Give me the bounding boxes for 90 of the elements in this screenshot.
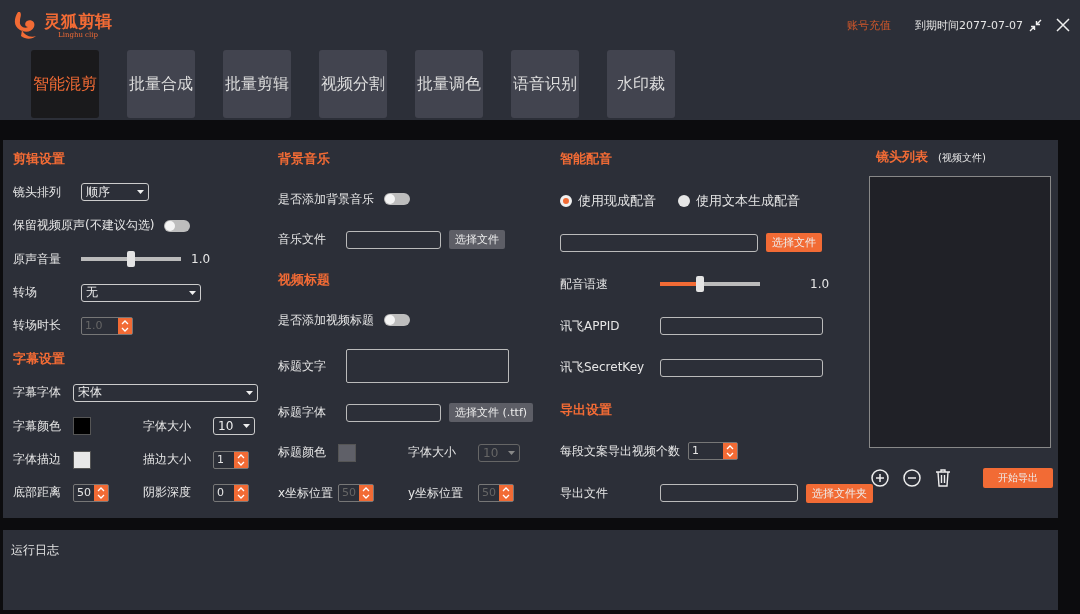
field-label: 字幕颜色: [13, 417, 62, 435]
input-field[interactable]: [346, 230, 441, 249]
section-heading: 字幕设置: [13, 350, 65, 369]
radio-icon[interactable]: [678, 194, 690, 207]
field-label: 原声音量: [13, 250, 62, 268]
log-title: 运行日志: [11, 543, 59, 557]
app-title: 灵狐剪辑: [44, 11, 112, 31]
caret-icon: [246, 390, 253, 395]
spin-box[interactable]: 0: [213, 483, 249, 502]
field-label: 底部距离: [13, 484, 62, 502]
field-label: 字体大小: [408, 444, 457, 462]
field-label: 标题字体: [278, 404, 327, 421]
field-label: 讯飞APPID: [560, 317, 621, 335]
field-label: 是否添加视频标题: [278, 311, 374, 329]
section-heading: 背景音乐: [278, 150, 330, 168]
section-heading: 视频标题: [278, 270, 330, 289]
field-label: 字幕字体: [13, 384, 62, 402]
field-label: 标题颜色: [278, 444, 327, 462]
clip-list[interactable]: [869, 176, 1051, 448]
caret-icon: [243, 424, 250, 429]
spin-box[interactable]: 1: [688, 442, 738, 461]
stepper-icon[interactable]: [236, 485, 246, 500]
input-field[interactable]: [660, 358, 823, 377]
tab[interactable]: 语音识别: [511, 50, 579, 118]
tab[interactable]: 批量剪辑: [223, 50, 291, 118]
close-icon[interactable]: [1056, 18, 1070, 32]
tab[interactable]: 批量合成: [127, 50, 195, 118]
tab[interactable]: 视频分割: [319, 50, 387, 118]
add-icon[interactable]: [871, 469, 889, 487]
field-label: 导出文件: [560, 484, 609, 502]
trash-icon[interactable]: [935, 469, 951, 487]
radio-icon[interactable]: [560, 194, 572, 207]
input-field[interactable]: [560, 233, 758, 252]
dropdown[interactable]: 宋体: [73, 383, 258, 402]
field-label: x坐标位置: [278, 484, 335, 502]
color-swatch[interactable]: [338, 443, 356, 462]
toggle-switch[interactable]: [384, 193, 410, 206]
field-label: 阴影深度: [143, 484, 192, 502]
field-label: 字体大小: [143, 417, 192, 435]
expiry-date: 到期时间2077-07-07: [915, 17, 1023, 33]
field-label: y坐标位置: [408, 484, 465, 502]
dropdown[interactable]: 无: [81, 283, 201, 302]
caret-icon: [137, 190, 144, 195]
field-label: 标题文字: [278, 357, 327, 375]
choose-file-button[interactable]: 选择文件 (.ttf): [449, 403, 534, 422]
remove-icon[interactable]: [903, 469, 921, 487]
field-label: 配音语速: [560, 275, 609, 293]
dropdown[interactable]: 顺序: [81, 183, 149, 202]
stepper-icon[interactable]: [725, 444, 735, 459]
tab[interactable]: 智能混剪: [31, 50, 99, 118]
section-heading: 智能配音: [560, 150, 612, 168]
section-note: (视频文件): [938, 151, 986, 165]
input-field[interactable]: [660, 484, 798, 502]
choose-file-button[interactable]: 选择文件: [449, 230, 505, 249]
tab[interactable]: 批量调色: [415, 50, 483, 118]
radio-option[interactable]: 使用文本生成配音: [678, 191, 800, 210]
input-field[interactable]: [346, 403, 441, 422]
field-label: 保留视频原声(不建议勾选): [13, 217, 155, 235]
field-label: 描边大小: [143, 451, 192, 468]
spin-box[interactable]: 1: [213, 450, 249, 469]
field-label: 讯飞SecretKey: [560, 359, 646, 377]
tab[interactable]: 水印裁: [607, 50, 675, 118]
field-label: 转场: [13, 284, 38, 302]
slider-value: 1.0: [810, 277, 830, 292]
slider[interactable]: [81, 251, 181, 268]
slider[interactable]: [660, 276, 760, 293]
stepper-icon[interactable]: [236, 452, 246, 467]
toggle-switch[interactable]: [164, 219, 191, 232]
section-heading: 镜头列表: [876, 148, 928, 166]
dropdown[interactable]: 10: [213, 417, 255, 436]
field-label: 音乐文件: [278, 231, 327, 248]
field-label: 每段文案导出视频个数: [560, 442, 680, 460]
field-label: 镜头排列: [13, 183, 62, 201]
field-label: 是否添加背景音乐: [278, 190, 374, 208]
color-swatch[interactable]: [73, 417, 91, 436]
field-label: 字体描边: [13, 451, 62, 468]
input-field[interactable]: [660, 317, 823, 335]
stepper-icon[interactable]: [96, 485, 106, 500]
section-heading: 导出设置: [560, 400, 612, 419]
section-heading: 剪辑设置: [13, 150, 65, 168]
toggle-switch[interactable]: [384, 314, 410, 326]
field-label: 转场时长: [13, 317, 62, 335]
color-swatch[interactable]: [73, 450, 91, 469]
slider-value: 1.0: [191, 252, 211, 267]
caret-icon: [189, 290, 196, 295]
text-area[interactable]: [346, 349, 509, 384]
caret-icon: [508, 450, 515, 455]
shrink-icon[interactable]: [1029, 18, 1042, 32]
radio-option[interactable]: 使用现成配音: [560, 191, 656, 210]
spin-box[interactable]: 50: [73, 483, 109, 502]
